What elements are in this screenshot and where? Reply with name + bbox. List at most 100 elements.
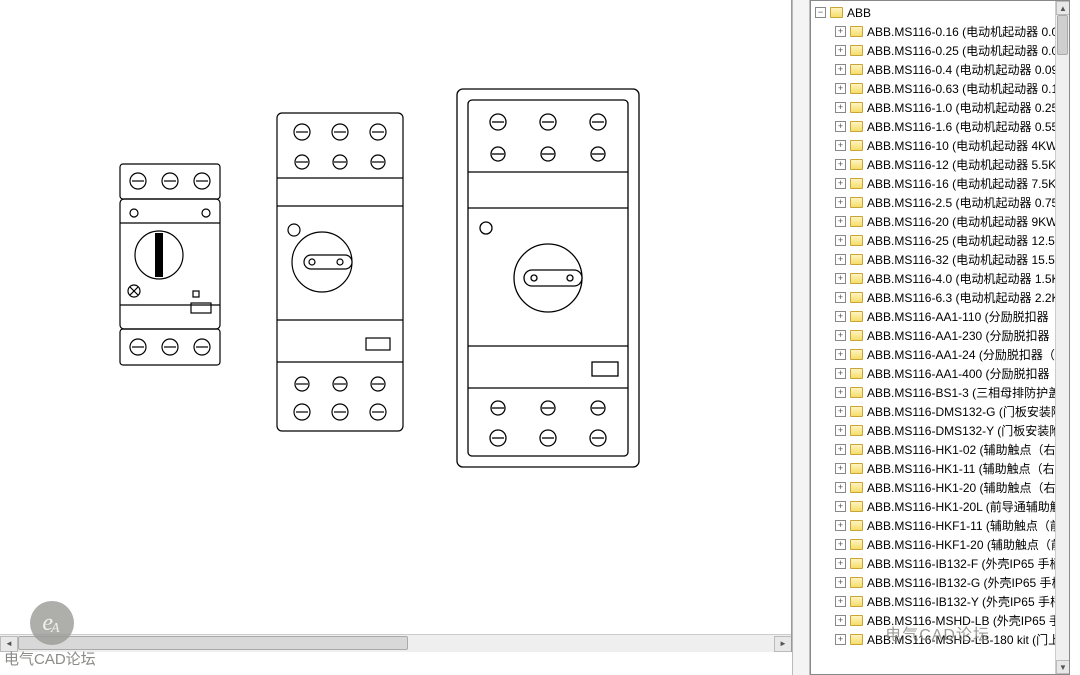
scroll-down-icon[interactable]: ▼ (1056, 660, 1070, 674)
part-icon (850, 254, 863, 265)
tree-item[interactable]: + ABB.MS116-16 (电动机起动器 7.5KW) (813, 174, 1069, 193)
expand-icon[interactable]: + (835, 520, 846, 531)
tree-item[interactable]: +ABB.MS116-1.0 (电动机起动器 0.25KV (813, 98, 1069, 117)
part-icon (850, 311, 863, 322)
part-icon (850, 501, 863, 512)
tree-item[interactable]: +ABB.MS116-0.25 (电动机起动器 0.06K (813, 41, 1069, 60)
tree-item[interactable]: +ABB.MS116-HK1-20L (前导通辅助触点 (813, 497, 1069, 516)
collapse-icon[interactable]: − (815, 7, 826, 18)
tree-item[interactable]: +ABB.MS116-HK1-20 (辅助触点（右侧 (813, 478, 1069, 497)
tree-item[interactable]: +ABB.MS116-0.16 (电动机起动器 0.03K (813, 22, 1069, 41)
expand-icon[interactable]: + (835, 159, 846, 170)
expand-icon[interactable]: + (835, 83, 846, 94)
expand-icon[interactable]: + (835, 482, 846, 493)
tree-item[interactable]: +ABB.MS116-DMS132-Y (门板安装附件 (813, 421, 1069, 440)
expand-icon[interactable]: + (835, 368, 846, 379)
folder-icon (830, 7, 843, 18)
expand-icon[interactable]: + (835, 615, 846, 626)
tree-item[interactable]: + ABB.MS116-HKF1-11 (辅助触点（前装 (813, 516, 1069, 535)
tree-item[interactable]: + ABB.MS116-6.3 (电动机起动器 2.2KW (813, 288, 1069, 307)
part-icon (850, 520, 863, 531)
expand-icon[interactable]: + (835, 463, 846, 474)
expand-icon[interactable]: + (835, 64, 846, 75)
expand-icon[interactable]: + (835, 558, 846, 569)
part-icon (850, 178, 863, 189)
part-icon (850, 615, 863, 626)
tree-item[interactable]: +ABB.MS116-10 (电动机起动器 4KW) (813, 136, 1069, 155)
scroll-right-icon[interactable]: ► (774, 636, 792, 652)
expand-icon[interactable]: + (835, 387, 846, 398)
tree-item[interactable]: +ABB.MS116-0.4 (电动机起动器 0.09KV (813, 60, 1069, 79)
panel-divider[interactable] (792, 0, 810, 675)
expand-icon[interactable]: + (835, 634, 846, 645)
tree-item[interactable]: +ABB.MS116-20 (电动机起动器 9KW) (813, 212, 1069, 231)
tree-item[interactable]: + ABB.MS116-HK1-11 (辅助触点（右侧 (813, 459, 1069, 478)
symbol-motor-starter-medium[interactable] (276, 112, 404, 432)
symbol-motor-starter-small[interactable] (119, 163, 221, 367)
tree-item[interactable]: +ABB.MS116-BS1-3 (三相母排防护盖) (813, 383, 1069, 402)
part-icon (850, 330, 863, 341)
tree-item[interactable]: +ABB.MS116-32 (电动机起动器 15.5KW (813, 250, 1069, 269)
tree-item[interactable]: +ABB.MS116-HK1-02 (辅助触点（右侧 (813, 440, 1069, 459)
tree-item[interactable]: +ABB.MS116-25 (电动机起动器 12.5KW (813, 231, 1069, 250)
tree-item-label: ABB.MS116-0.63 (电动机起动器 0.12K (867, 80, 1069, 97)
tree-item[interactable]: +ABB.MS116-IB132-F (外壳IP65 手柄延 (813, 554, 1069, 573)
part-icon (850, 349, 863, 360)
expand-icon[interactable]: + (835, 292, 846, 303)
tree-item-label: ABB.MS116-HK1-11 (辅助触点（右侧 (867, 460, 1067, 477)
expand-icon[interactable]: + (835, 577, 846, 588)
tree-item[interactable]: + ABB.MS116-AA1-230 (分励脱扣器（左 (813, 326, 1069, 345)
expand-icon[interactable]: + (835, 178, 846, 189)
expand-icon[interactable]: + (835, 273, 846, 284)
tree-item-label: ABB.MS116-HKF1-11 (辅助触点（前装 (867, 517, 1069, 534)
part-icon (850, 292, 863, 303)
tree-item[interactable]: +ABB.MS116-IB132-G (外壳IP65 手柄延 (813, 573, 1069, 592)
tree-item[interactable]: +ABB.MS116-IB132-Y (外壳IP65 手柄延 (813, 592, 1069, 611)
expand-icon[interactable]: + (835, 349, 846, 360)
expand-icon[interactable]: + (835, 45, 846, 56)
tree-item[interactable]: +ABB.MS116-AA1-110 (分励脱扣器（左 (813, 307, 1069, 326)
expand-icon[interactable]: + (835, 539, 846, 550)
expand-icon[interactable]: + (835, 501, 846, 512)
scroll-up-icon[interactable]: ▲ (1056, 1, 1070, 15)
expand-icon[interactable]: + (835, 425, 846, 436)
expand-icon[interactable]: + (835, 26, 846, 37)
tree-item-label: ABB.MS116-6.3 (电动机起动器 2.2KW (867, 289, 1069, 306)
drawing-canvas[interactable]: ◄ ► (0, 0, 792, 652)
part-icon (850, 140, 863, 151)
scroll-thumb[interactable] (1057, 15, 1068, 55)
tree-item[interactable]: +ABB.MS116-DMS132-G (门板安装附件 (813, 402, 1069, 421)
expand-icon[interactable]: + (835, 254, 846, 265)
canvas-horizontal-scrollbar[interactable]: ◄ ► (0, 634, 792, 652)
expand-icon[interactable]: + (835, 121, 846, 132)
expand-icon[interactable]: + (835, 596, 846, 607)
tree-item[interactable]: +ABB.MS116-HKF1-20 (辅助触点（前装 (813, 535, 1069, 554)
part-icon (850, 634, 863, 645)
expand-icon[interactable]: + (835, 197, 846, 208)
parts-tree[interactable]: −ABB+ABB.MS116-0.16 (电动机起动器 0.03K+ABB.MS… (811, 1, 1069, 674)
tree-root[interactable]: −ABB (813, 3, 1069, 22)
symbol-motor-starter-large[interactable] (456, 88, 640, 468)
expand-icon[interactable]: + (835, 102, 846, 113)
tree-item[interactable]: +ABB.MS116-4.0 (电动机起动器 1.5KW (813, 269, 1069, 288)
expand-icon[interactable]: + (835, 330, 846, 341)
expand-icon[interactable]: + (835, 140, 846, 151)
tree-item[interactable]: +ABB.MS116-12 (电动机起动器 5.5KW) (813, 155, 1069, 174)
tree-item[interactable]: +ABB.MS116-AA1-24 (分励脱扣器（左边 (813, 345, 1069, 364)
expand-icon[interactable]: + (835, 311, 846, 322)
expand-icon[interactable]: + (835, 216, 846, 227)
tree-item-label: ABB.MS116-16 (电动机起动器 7.5KW) (867, 175, 1069, 192)
expand-icon[interactable]: + (835, 406, 846, 417)
scroll-track[interactable] (18, 636, 774, 652)
tree-item[interactable]: +ABB.MS116-1.6 (电动机起动器 0.55KV (813, 117, 1069, 136)
tree-vertical-scrollbar[interactable]: ▲ ▼ (1055, 1, 1069, 674)
tree-item[interactable]: + ABB.MS116-0.63 (电动机起动器 0.12K (813, 79, 1069, 98)
part-icon (850, 216, 863, 227)
expand-icon[interactable]: + (835, 444, 846, 455)
part-icon (850, 406, 863, 417)
tree-item[interactable]: +ABB.MS116-AA1-400 (分励脱扣器（左 (813, 364, 1069, 383)
tree-item-label: ABB.MS116-AA1-230 (分励脱扣器（左 (867, 327, 1069, 344)
expand-icon[interactable]: + (835, 235, 846, 246)
part-icon (850, 539, 863, 550)
tree-item[interactable]: +ABB.MS116-2.5 (电动机起动器 0.75KV (813, 193, 1069, 212)
